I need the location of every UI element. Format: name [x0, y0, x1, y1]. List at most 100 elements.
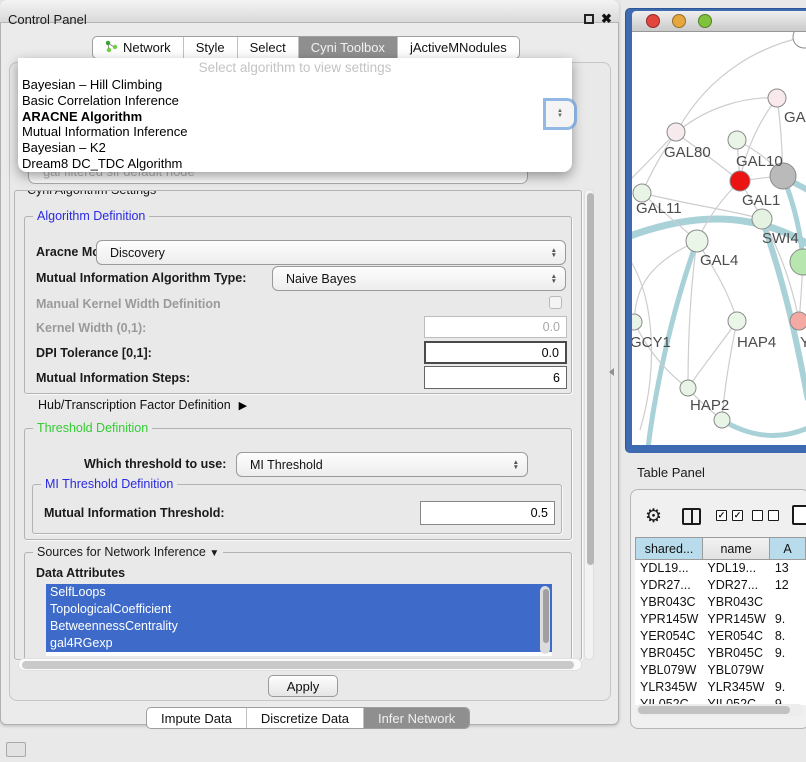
table-cell: YDR27...: [702, 577, 769, 594]
mi-steps-field[interactable]: 6: [424, 366, 567, 389]
settings-horizontal-scrollbar[interactable]: [18, 658, 582, 671]
columns-icon[interactable]: [682, 508, 701, 525]
attributes-scrollbar[interactable]: [540, 586, 550, 654]
node-label: GAL: [784, 109, 806, 126]
select-all-checks-button[interactable]: ✓ ✓: [716, 510, 743, 521]
table-cell: YER054C: [702, 628, 769, 645]
network-node[interactable]: [790, 312, 806, 330]
tab-style[interactable]: Style: [184, 37, 238, 58]
network-node[interactable]: [632, 314, 642, 330]
kernel-width-field[interactable]: 0.0: [424, 316, 567, 338]
algorithm-definition-title: Algorithm Definition: [33, 209, 149, 223]
settings-hscroll-thumb[interactable]: [22, 661, 574, 669]
algorithm-option[interactable]: Dream8 DC_TDC Algorithm: [20, 156, 570, 172]
network-edge[interactable]: [722, 420, 806, 436]
network-window-titlebar[interactable]: [632, 11, 806, 32]
which-threshold-combo[interactable]: MI Threshold ▲▼: [236, 452, 528, 477]
tab-jactivemnodules[interactable]: jActiveMNodules: [398, 37, 519, 58]
minimize-traffic-light[interactable]: [672, 14, 686, 28]
network-node[interactable]: [667, 123, 685, 141]
attribute-list-item[interactable]: TopologicalCoefficient: [46, 601, 552, 618]
table-row[interactable]: YBR045CYBR045C9.: [635, 645, 806, 662]
network-canvas[interactable]: GALGAL80GAL10GAL1GAL11SWI4GAL4GCY1HAP4YH…: [632, 32, 806, 445]
table-row[interactable]: YBR043CYBR043C: [635, 594, 806, 611]
table-column-header[interactable]: shared...: [636, 538, 703, 560]
collapsed-panel-button[interactable]: [6, 742, 26, 757]
algorithm-option[interactable]: Bayesian – Hill Climbing: [20, 77, 570, 93]
manual-kernel-checkbox[interactable]: [549, 296, 562, 309]
gear-icon[interactable]: ⚙: [645, 505, 662, 528]
network-edge[interactable]: [688, 321, 737, 388]
network-node[interactable]: [768, 89, 786, 107]
table-hscroll-thumb[interactable]: [638, 706, 790, 714]
network-node[interactable]: [730, 171, 750, 191]
tab-select[interactable]: Select: [238, 37, 299, 58]
tab-network[interactable]: Network: [93, 37, 184, 58]
table-horizontal-scrollbar[interactable]: [636, 704, 804, 716]
node-label: GAL11: [636, 200, 682, 217]
algorithm-option[interactable]: Basic Correlation Inference: [20, 93, 570, 109]
table-row[interactable]: YBL079WYBL079W: [635, 662, 806, 679]
dpi-tolerance-value: 0.0: [542, 346, 559, 360]
algorithm-option[interactable]: Mutual Information Inference: [20, 124, 570, 140]
tab-cyni-toolbox[interactable]: Cyni Toolbox: [299, 37, 398, 58]
table-cell: YLR345W: [635, 679, 702, 696]
network-node[interactable]: [790, 249, 806, 275]
tab-impute-data[interactable]: Impute Data: [147, 708, 247, 728]
mi-threshold-field[interactable]: 0.5: [420, 501, 555, 525]
table-row[interactable]: YER054CYER054C8.: [635, 628, 806, 645]
algorithm-placeholder: Select algorithm to view settings: [18, 60, 572, 75]
deselect-all-checks-button[interactable]: [752, 510, 779, 521]
data-attributes-list[interactable]: SelfLoopsTopologicalCoefficientBetweenne…: [46, 584, 552, 656]
table-row[interactable]: YLR345WYLR345W9.: [635, 679, 806, 696]
table-row[interactable]: YPR145WYPR145W9.: [635, 611, 806, 628]
network-node[interactable]: [686, 230, 708, 252]
float-window-icon[interactable]: [584, 14, 594, 24]
aracne-mode-combo[interactable]: Discovery ▲▼: [96, 240, 566, 265]
sources-group-title[interactable]: Sources for Network Inference ▼: [33, 545, 223, 559]
close-icon[interactable]: ✖: [601, 11, 612, 27]
expand-right-icon: ▶: [239, 399, 247, 412]
control-panel-titlebar[interactable]: [0, 0, 619, 23]
attribute-list-item[interactable]: gal4RGexp: [46, 635, 552, 652]
settings-vertical-scrollbar[interactable]: [584, 189, 594, 660]
settings-scroll-thumb[interactable]: [587, 193, 594, 565]
inference-algorithm-combo-focused[interactable]: ▲ ▼: [546, 101, 574, 127]
network-node[interactable]: [714, 412, 730, 428]
splitter-collapse-icon[interactable]: [609, 368, 614, 376]
table-cell: YLR345W: [702, 679, 769, 696]
mi-type-combo[interactable]: Naive Bayes ▲▼: [272, 266, 566, 291]
table-cell: YPR145W: [702, 611, 769, 628]
table-cell: [770, 594, 806, 611]
network-node[interactable]: [728, 131, 746, 149]
table-column-header[interactable]: A: [770, 538, 806, 560]
network-icon: [105, 40, 118, 56]
table-cell: YDR27...: [635, 577, 702, 594]
network-node[interactable]: [680, 380, 696, 396]
table-column-header[interactable]: name: [703, 538, 770, 560]
network-edge[interactable]: [634, 241, 697, 322]
unchecked-box-icon: [768, 510, 779, 521]
attribute-list-item[interactable]: SelfLoops: [46, 584, 552, 601]
close-traffic-light[interactable]: [646, 14, 660, 28]
network-node[interactable]: [728, 312, 746, 330]
node-label: HAP2: [690, 397, 729, 414]
threshold-definition-title: Threshold Definition: [33, 421, 152, 435]
zoom-traffic-light[interactable]: [698, 14, 712, 28]
tab-discretize-data[interactable]: Discretize Data: [247, 708, 364, 728]
hub-definition-expander[interactable]: Hub/Transcription Factor Definition ▶: [38, 398, 247, 412]
tab-infer-network[interactable]: Infer Network: [364, 708, 469, 728]
algorithm-option[interactable]: Bayesian – K2: [20, 140, 570, 156]
export-table-icon[interactable]: [792, 505, 806, 525]
network-node[interactable]: [752, 209, 772, 229]
algorithm-option[interactable]: ARACNE Algorithm: [20, 109, 570, 125]
table-row[interactable]: YDR27...YDR27...12: [635, 577, 806, 594]
combo-arrows-icon: ▲▼: [513, 453, 519, 476]
apply-button[interactable]: Apply: [268, 675, 338, 697]
network-node[interactable]: [793, 32, 806, 48]
dpi-tolerance-field[interactable]: 0.0: [424, 341, 567, 364]
table-cell: YDL19...: [635, 560, 702, 577]
table-row[interactable]: YDL19...YDL19...13: [635, 560, 806, 577]
network-edge[interactable]: [676, 98, 777, 133]
attribute-list-item[interactable]: BetweennessCentrality: [46, 618, 552, 635]
